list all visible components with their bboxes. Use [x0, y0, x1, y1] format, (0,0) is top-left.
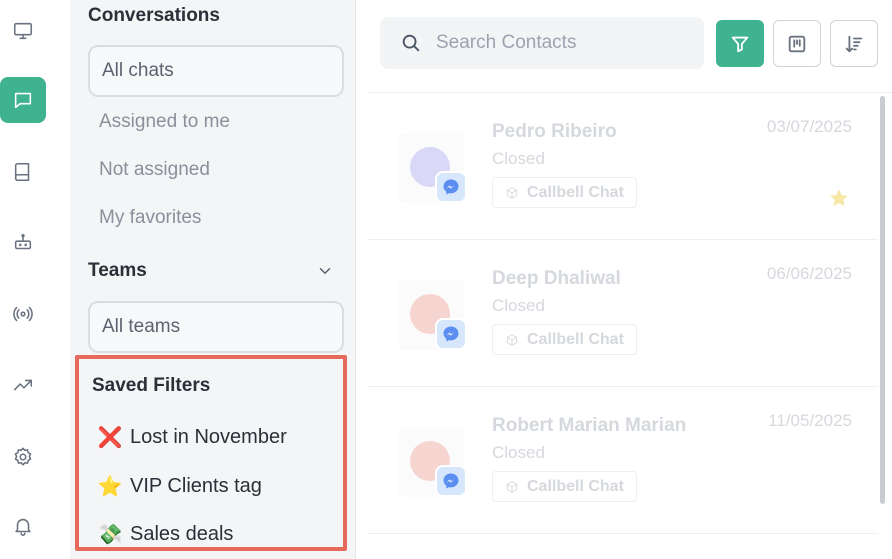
contact-status: Closed	[492, 296, 545, 315]
sort-icon	[845, 35, 863, 52]
contact-date: 03/07/2025	[766, 117, 852, 136]
filter-button[interactable]	[716, 20, 764, 67]
saved-filter-label: Sales deals	[130, 522, 234, 545]
search-input[interactable]	[436, 32, 686, 54]
contact-name: Robert Marian Marian	[492, 415, 687, 436]
channel-tag: Callbell Chat	[492, 324, 637, 355]
trending-icon[interactable]	[0, 362, 46, 408]
conversations-title: Conversations	[88, 5, 220, 26]
board-view-button[interactable]	[773, 20, 821, 67]
cube-icon	[506, 186, 518, 199]
contact-row[interactable]: Robert Marian Marian Closed 11/05/2025 C…	[368, 387, 878, 534]
contact-status: Closed	[492, 149, 545, 168]
bell-icon[interactable]	[0, 503, 46, 549]
teams-title: Teams	[88, 260, 147, 281]
saved-filter-lost-in-november[interactable]: ❌ Lost in November	[98, 425, 287, 449]
messenger-icon	[435, 465, 467, 497]
icon-rail	[0, 0, 70, 559]
bot-icon[interactable]	[0, 220, 46, 266]
channel-tag: Callbell Chat	[492, 471, 637, 502]
contact-row[interactable]: Deep Dhaliwal Closed 06/06/2025 Callbell…	[368, 240, 878, 387]
all-chats-filter[interactable]: All chats	[88, 45, 344, 97]
all-teams-filter[interactable]: All teams	[88, 301, 344, 353]
chat-icon[interactable]	[0, 77, 46, 123]
settings-icon[interactable]	[0, 434, 46, 480]
filters-panel: Conversations All chats Assigned to me N…	[70, 0, 356, 559]
star-icon: ⭐	[97, 475, 123, 498]
assigned-to-me-filter[interactable]: Assigned to me	[99, 111, 230, 133]
book-icon[interactable]	[0, 149, 46, 195]
channel-label: Callbell Chat	[527, 477, 624, 495]
favorite-star-icon[interactable]	[828, 187, 850, 209]
desktop-icon[interactable]	[0, 8, 46, 54]
contact-date: 11/05/2025	[768, 411, 852, 430]
channel-label: Callbell Chat	[527, 330, 624, 348]
contact-name: Deep Dhaliwal	[492, 268, 621, 289]
contacts-panel: Pedro Ribeiro Closed 03/07/2025 Callbell…	[356, 0, 892, 559]
filter-icon	[731, 36, 749, 52]
channel-label: Callbell Chat	[527, 183, 624, 201]
search-icon	[402, 34, 420, 52]
my-favorites-filter[interactable]: My favorites	[99, 207, 201, 229]
cube-icon	[506, 480, 518, 493]
saved-filter-label: VIP Clients tag	[130, 474, 262, 497]
cube-icon	[506, 333, 518, 346]
saved-filters-section: Saved Filters ❌ Lost in November ⭐ VIP C…	[75, 355, 347, 551]
channel-tag: Callbell Chat	[492, 177, 637, 208]
saved-filter-label: Lost in November	[130, 425, 287, 448]
messenger-icon	[435, 171, 467, 203]
saved-filter-sales-deals[interactable]: 💸 Sales deals	[97, 522, 234, 546]
chevron-down-icon[interactable]	[316, 262, 334, 280]
contact-date: 06/06/2025	[766, 264, 852, 283]
saved-filter-vip-clients-tag[interactable]: ⭐ VIP Clients tag	[98, 474, 262, 498]
kanban-icon	[788, 35, 806, 52]
broadcast-icon[interactable]	[0, 291, 46, 337]
contact-row[interactable]: Pedro Ribeiro Closed 03/07/2025 Callbell…	[368, 93, 878, 240]
contact-status: Closed	[492, 443, 545, 462]
saved-filters-title: Saved Filters	[92, 375, 211, 396]
messenger-icon	[435, 318, 467, 350]
scrollbar[interactable]	[880, 96, 885, 504]
search-bar[interactable]	[380, 17, 704, 69]
money-with-wings-icon: 💸	[97, 523, 123, 546]
sort-button[interactable]	[830, 20, 878, 67]
cross-mark-icon: ❌	[97, 426, 123, 449]
contact-name: Pedro Ribeiro	[492, 121, 617, 142]
not-assigned-filter[interactable]: Not assigned	[99, 159, 210, 181]
